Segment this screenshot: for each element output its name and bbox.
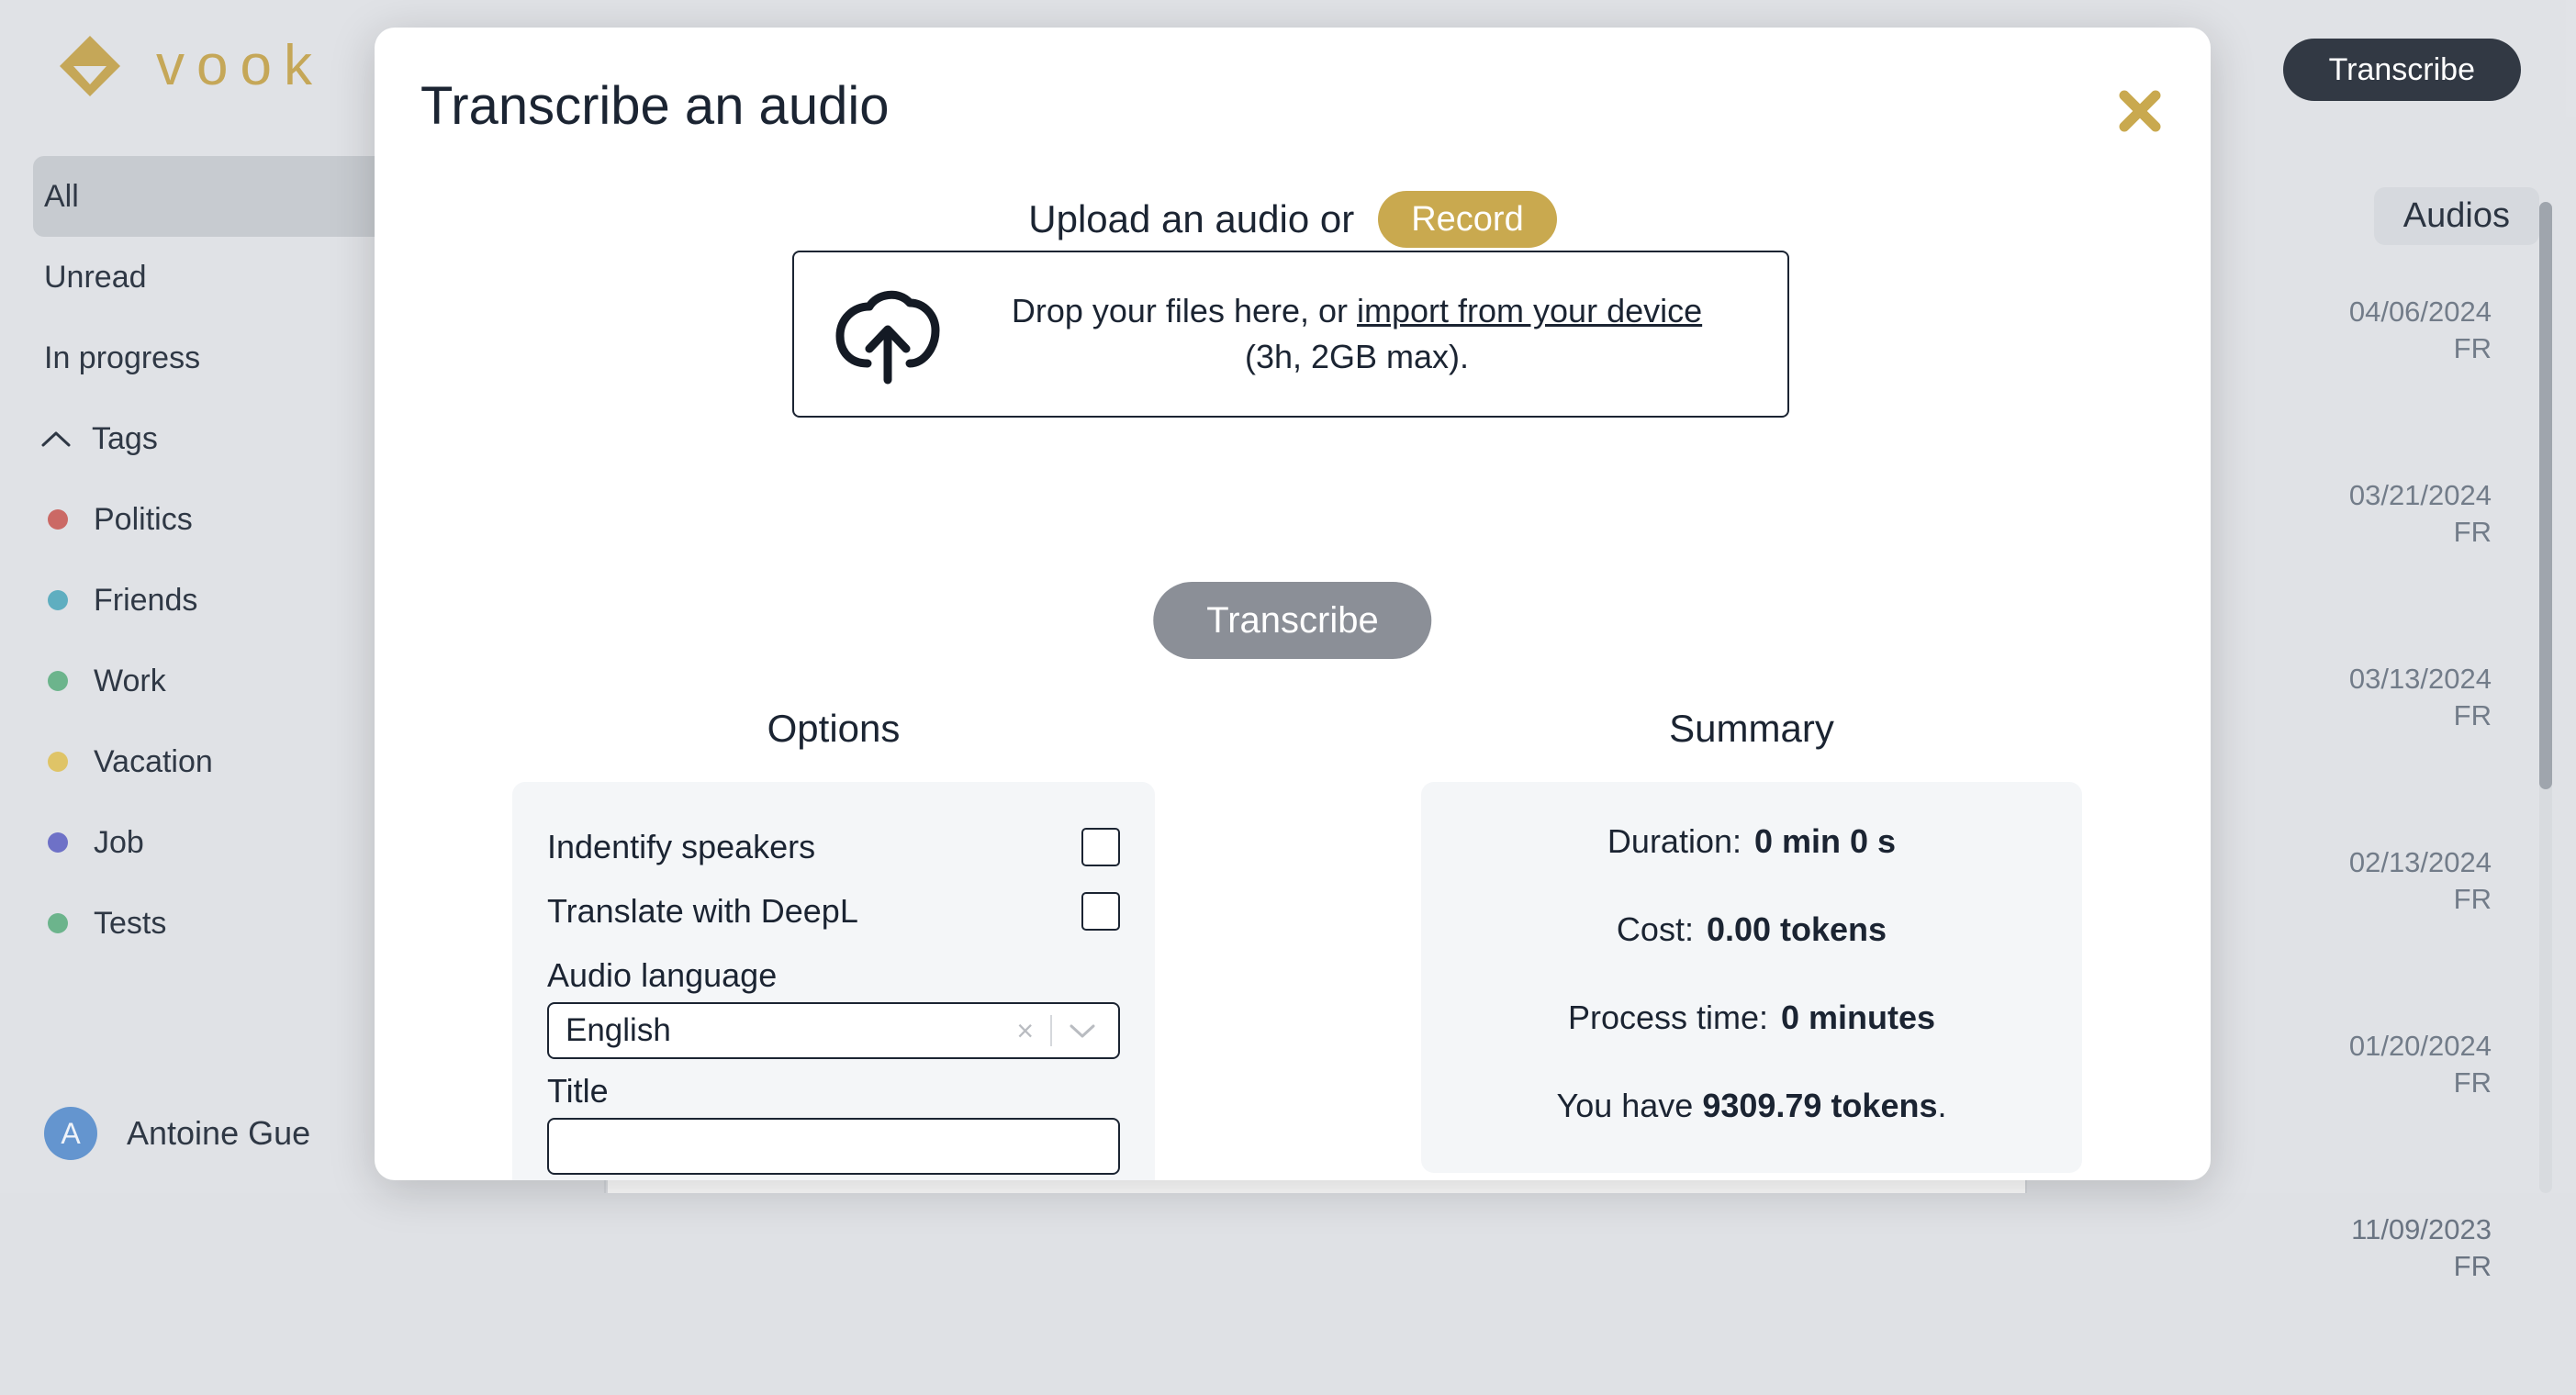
translate-with-deepl-checkbox[interactable] [1081,892,1120,931]
balance-suffix: . [1937,1087,1946,1124]
modal-panels: Options Indentify speakers Translate wit… [375,707,2211,1180]
audio-language: FR [2027,1248,2492,1285]
summary-label: Duration: [1607,822,1742,861]
cloud-upload-icon [833,279,943,389]
options-column: Options Indentify speakers Translate wit… [375,707,1293,1180]
modal-transcribe-button[interactable]: Transcribe [1153,582,1431,659]
upload-heading-label: Upload an audio or [1028,197,1354,241]
option-identify-speakers[interactable]: Indentify speakers [547,815,1120,879]
audio-date: 11/09/2023 [2351,1213,2492,1245]
chevron-down-icon[interactable] [1052,1022,1105,1039]
summary-row-duration: Duration: 0 min 0 s [1458,822,2045,861]
modal-title: Transcribe an audio [420,75,889,137]
list-item[interactable]: 11/09/2023 FR [2027,1211,2576,1395]
summary-label: Cost: [1617,910,1694,949]
clear-x-icon[interactable]: × [1000,1014,1050,1048]
option-label: Indentify speakers [547,828,815,866]
identify-speakers-checkbox[interactable] [1081,828,1120,866]
option-label: Translate with DeepL [547,892,858,931]
audio-language-value: English [566,1012,1000,1049]
close-icon [2113,84,2167,138]
modal-overlay[interactable]: Transcribe an audio Upload an audio or R… [0,0,2576,1193]
record-button[interactable]: Record [1378,191,1557,248]
summary-row-process-time: Process time: 0 minutes [1458,999,2045,1037]
dropzone-text: Drop your files here, or import from you… [967,288,1787,379]
summary-row-cost: Cost: 0.00 tokens [1458,910,2045,949]
dropzone-limits: (3h, 2GB max). [1245,338,1469,375]
audio-language-label: Audio language [547,956,1120,995]
file-dropzone[interactable]: Drop your files here, or import from you… [792,251,1789,418]
summary-heading: Summary [1669,707,1834,751]
option-translate-with-deepl[interactable]: Translate with DeepL [547,879,1120,943]
audio-language-select[interactable]: English × [547,1002,1120,1059]
balance-prefix: You have [1556,1087,1702,1124]
summary-label: Process time: [1568,999,1768,1037]
summary-value: 0 min 0 s [1754,822,1896,861]
balance-value: 9309.79 tokens [1702,1087,1937,1124]
dropzone-prefix: Drop your files here, or [1012,292,1357,329]
title-label: Title [547,1072,1120,1110]
close-button[interactable] [2113,84,2167,138]
summary-column: Summary Duration: 0 min 0 s Cost: 0.00 t… [1293,707,2211,1180]
title-input[interactable] [547,1118,1120,1175]
options-heading: Options [767,707,901,751]
options-card: Indentify speakers Translate with DeepL … [512,782,1155,1180]
summary-value: 0 minutes [1781,999,1935,1037]
upload-heading-row: Upload an audio or Record [375,191,2211,248]
token-balance: You have 9309.79 tokens. [1458,1087,2045,1125]
transcribe-audio-modal: Transcribe an audio Upload an audio or R… [375,28,2211,1180]
summary-card: Duration: 0 min 0 s Cost: 0.00 tokens Pr… [1421,782,2082,1173]
summary-value: 0.00 tokens [1707,910,1887,949]
import-from-device-link[interactable]: import from your device [1357,292,1702,329]
